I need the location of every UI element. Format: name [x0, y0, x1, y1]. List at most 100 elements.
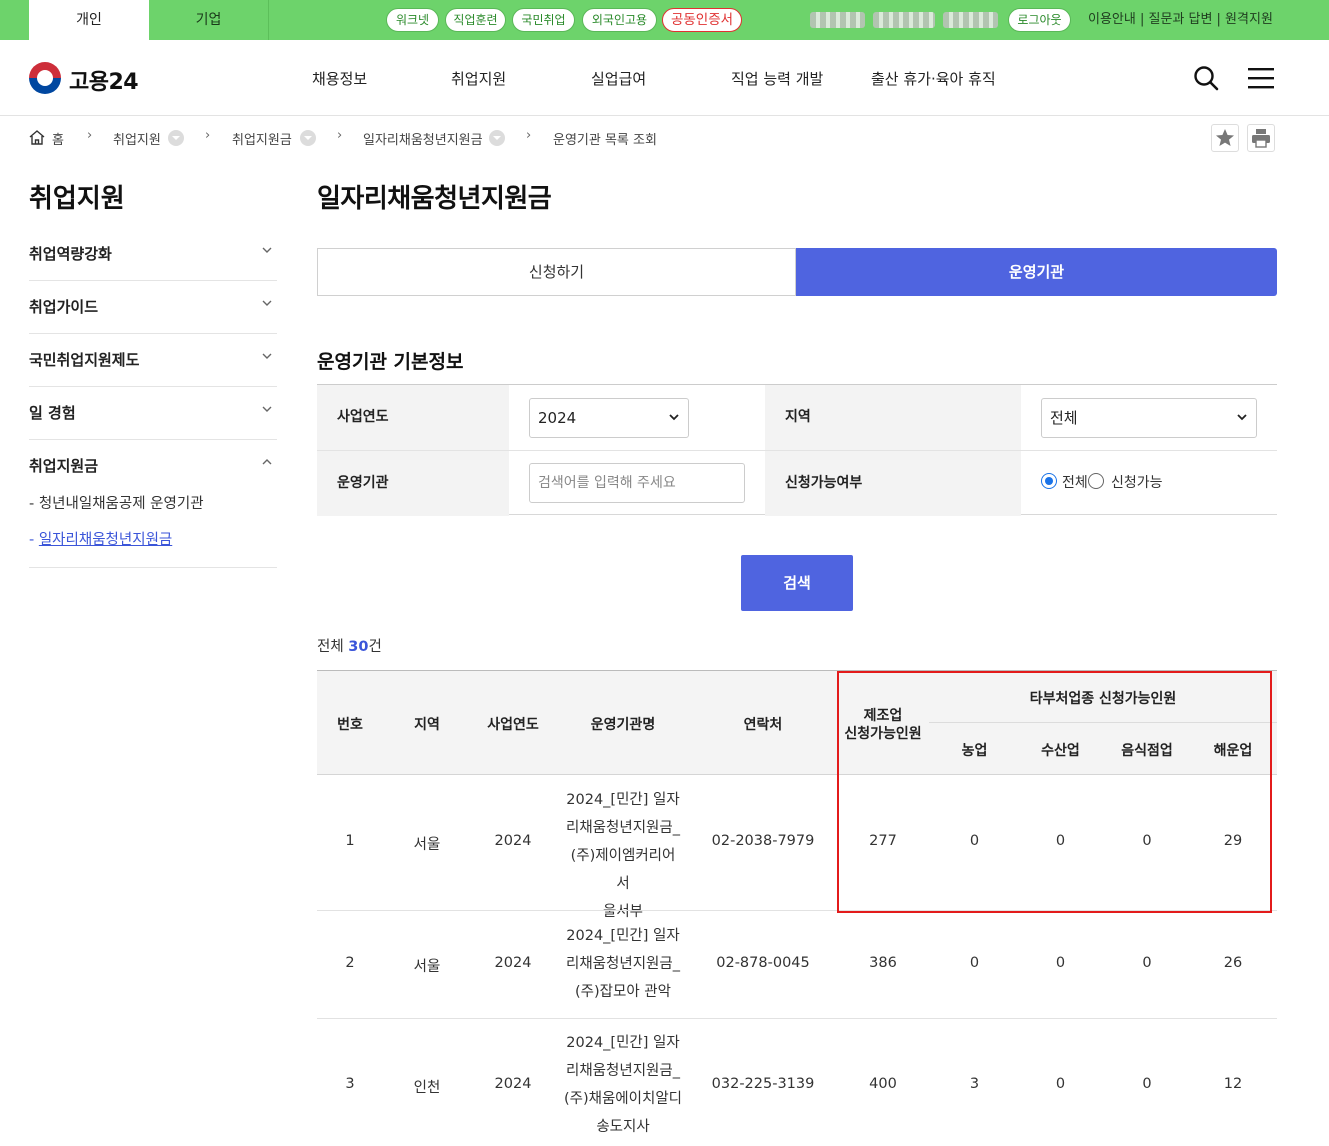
region-select[interactable]: 전체 — [1041, 398, 1257, 438]
year-select-value: 2024 — [538, 409, 577, 427]
sidebar-sub-item-youth-savings[interactable]: - 청년내일채움공제 운영기관 — [29, 492, 204, 513]
org-search-input[interactable]: 검색어를 입력해 주세요 — [529, 463, 745, 503]
cell-org-name[interactable]: 2024_[민간] 일자 리채움청년지원금_ (주)제이엠커리어 서 울서부 — [562, 786, 684, 926]
radio-all-label[interactable]: 전체 — [1062, 472, 1088, 492]
chevron-right-icon: › — [526, 128, 532, 143]
breadcrumb-youth-subsidy[interactable]: 일자리채움청년지원금 — [363, 129, 483, 148]
nav-skills[interactable]: 직업 능력 개발 — [731, 68, 823, 89]
cell-food: 0 — [1142, 1076, 1152, 1092]
sidebar-item-guide[interactable]: 취업가이드 — [29, 281, 277, 334]
divider — [268, 0, 269, 40]
org-name-line: 2024_[민간] 일자 — [566, 928, 680, 944]
breadcrumb-current: 운영기관 목록 조회 — [553, 133, 657, 148]
sidebar-item-national-support[interactable]: 국민취업지원제도 — [29, 334, 277, 387]
chevron-down-icon[interactable] — [300, 130, 316, 146]
cell-ship: 26 — [1223, 955, 1243, 971]
sidebar-sub-item-youth-subsidy[interactable]: - 일자리채움청년지원금 — [29, 528, 172, 549]
col-contact: 연락처 — [743, 717, 783, 733]
highlight-box — [837, 671, 1272, 913]
radio-available-label[interactable]: 신청가능 — [1111, 472, 1163, 492]
org-name-line: 리채움청년지원금_ — [566, 956, 680, 972]
col-org: 운영기관명 — [590, 717, 656, 733]
sidebar-sub-prefix: - — [29, 532, 39, 548]
cell-fish: 0 — [1055, 955, 1066, 971]
sidebar-item-work-experience[interactable]: 일 경험 — [29, 387, 277, 440]
tab-operators[interactable]: 운영기관 — [796, 248, 1277, 296]
chevron-down-icon — [262, 406, 272, 412]
cell-year: 2024 — [494, 955, 532, 971]
quick-link-worknet[interactable]: 워크넷 — [386, 8, 439, 32]
section-title: 운영기관 기본정보 — [317, 351, 464, 373]
cell-ship: 12 — [1223, 1076, 1243, 1092]
cell-org-name[interactable]: 2024_[민간] 일자 리채움청년지원금_ (주)채움에이치알디 송도지사 — [562, 1029, 684, 1141]
breadcrumb-employment-support[interactable]: 취업지원 — [113, 129, 161, 148]
sidebar-item-subsidy[interactable]: 취업지원금 — [29, 440, 277, 493]
chevron-up-icon — [262, 459, 272, 465]
print-icon — [1252, 129, 1270, 148]
cell-no: 1 — [345, 833, 355, 849]
cell-food: 0 — [1142, 955, 1152, 971]
chevron-down-icon[interactable] — [168, 130, 184, 146]
chevron-right-icon: › — [87, 128, 93, 143]
cell-fish: 0 — [1055, 1076, 1066, 1092]
availability-label: 신청가능여부 — [765, 451, 1021, 516]
quick-link-certificate[interactable]: 공동인증서 — [662, 8, 742, 32]
radio-all[interactable] — [1041, 473, 1057, 489]
home-icon[interactable] — [29, 130, 45, 145]
quick-link-employment[interactable]: 국민취업 — [512, 8, 575, 32]
divider — [29, 567, 277, 568]
search-icon[interactable] — [1193, 65, 1219, 91]
chevron-right-icon: › — [337, 128, 343, 143]
logo-emblem-icon[interactable] — [29, 62, 61, 94]
favorite-button[interactable] — [1211, 124, 1239, 152]
cell-no: 3 — [345, 1076, 355, 1092]
breadcrumb-subsidy[interactable]: 취업지원금 — [232, 129, 292, 148]
chevron-down-icon — [262, 300, 272, 306]
col-no: 번호 — [337, 717, 363, 733]
org-name-line: (주)채움에이치알디 — [563, 1091, 683, 1107]
cell-contact: 02-2038-7979 — [711, 833, 815, 849]
cell-mfg: 386 — [869, 955, 897, 971]
chevron-down-icon[interactable] — [489, 130, 505, 146]
logout-button[interactable]: 로그아웃 — [1008, 8, 1071, 32]
nav-parental-leave[interactable]: 출산 휴가·육아 휴직 — [871, 68, 996, 89]
search-form: 사업연도 2024 지역 전체 운영기관 검색어를 입력해 주세요 신청가능여부… — [317, 384, 1277, 516]
search-button[interactable]: 검색 — [741, 555, 853, 611]
quick-link-foreign[interactable]: 외국인고용 — [582, 8, 657, 32]
quick-link-training[interactable]: 직업훈련 — [445, 8, 506, 32]
menu-icon[interactable] — [1248, 67, 1274, 89]
org-name-line: (주)잡모아 관악 — [575, 984, 671, 1000]
site-header: 고용24 채용정보 취업지원 실업급여 직업 능력 개발 출산 휴가·육아 휴직 — [0, 40, 1329, 116]
radio-available[interactable] — [1088, 473, 1104, 489]
tab-personal[interactable]: 개인 — [29, 0, 149, 40]
breadcrumb-home[interactable]: 홈 — [52, 129, 64, 148]
cell-no: 2 — [345, 955, 355, 971]
divider — [317, 1018, 1277, 1019]
site-logo[interactable]: 고용24 — [69, 64, 139, 96]
total-prefix: 전체 — [317, 639, 349, 655]
total-count: 전체 30건 — [317, 635, 382, 656]
region-label: 지역 — [765, 385, 1021, 450]
nav-employment-support[interactable]: 취업지원 — [451, 68, 506, 89]
year-select[interactable]: 2024 — [529, 398, 689, 438]
sidebar-item-label: 일 경험 — [29, 404, 76, 422]
nav-jobs[interactable]: 채용정보 — [312, 68, 367, 89]
sidebar-item-capability[interactable]: 취업역량강화 — [29, 228, 277, 281]
sidebar-title: 취업지원 — [29, 184, 125, 214]
org-name-line: (주)제이엠커리어 서 — [570, 848, 676, 892]
sidebar-item-label: 취업역량강화 — [29, 245, 112, 263]
tab-apply[interactable]: 신청하기 — [317, 248, 796, 296]
sidebar-item-label: 국민취업지원제도 — [29, 351, 140, 369]
print-button[interactable] — [1247, 124, 1275, 152]
org-name-line: 리채움청년지원금_ — [566, 820, 680, 836]
tab-company[interactable]: 기업 — [149, 0, 268, 40]
org-name-line: 송도지사 — [596, 1119, 650, 1135]
total-number: 30 — [348, 639, 369, 655]
col-year: 사업연도 — [487, 717, 539, 733]
sidebar-sub-label: 일자리채움청년지원금 — [38, 532, 173, 548]
utility-links[interactable]: 이용안내 | 질문과 답변 | 원격지원 — [1088, 0, 1273, 40]
nav-unemployment[interactable]: 실업급여 — [591, 68, 646, 89]
cell-org-name[interactable]: 2024_[민간] 일자 리채움청년지원금_ (주)잡모아 관악 — [562, 922, 684, 1006]
region-select-value: 전체 — [1050, 409, 1078, 427]
chevron-down-icon — [262, 353, 272, 359]
